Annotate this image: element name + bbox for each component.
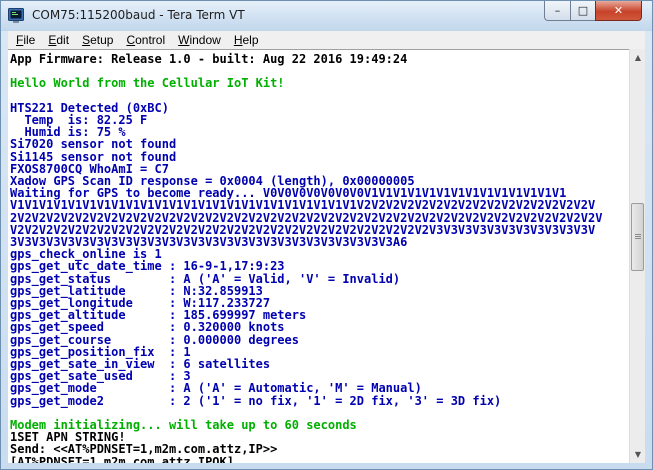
scroll-up-arrow-icon[interactable]: ▲ [630,49,646,66]
menu-setup[interactable]: Setup [77,33,118,47]
menu-edit[interactable]: Edit [43,33,74,47]
window-title: COM75:115200baud - Tera Term VT [32,8,245,22]
terminal-line: [AT%PDNSET=1,m2m.com.attz,IPOK] [10,454,234,463]
menu-control[interactable]: Control [121,33,170,47]
terminal-line: gps_get_mode2 : 2 ('1' = no fix, '1' = 2… [10,393,502,408]
terminal-line: 2V2V2V2V2V2V2V2V2V2V2V2V2V2V2V2V2V2V2V2V… [10,210,603,225]
minimize-icon: – [554,4,561,17]
terminal-line: Si7020 sensor not found [10,137,177,152]
close-icon: ✕ [613,4,624,17]
terminal-line: App Firmware: Release 1.0 - built: Aug 2… [10,52,408,66]
maximize-button[interactable]: □ [570,1,596,21]
terminal-line: Hello World from the Cellular IoT Kit! [10,76,285,91]
terminal-output[interactable]: App Firmware: Release 1.0 - built: Aug 2… [8,49,629,463]
tera-term-icon [8,8,24,23]
scroll-down-arrow-icon[interactable]: ▼ [630,446,646,463]
terminal-line: Si1145 sensor not found [10,149,177,164]
vertical-scrollbar[interactable]: ▲ ▼ [629,49,645,463]
title-bar[interactable]: COM75:115200baud - Tera Term VT – □ ✕ [1,1,652,31]
terminal-line: gps_get_course : 0.000000 degrees [10,332,299,347]
minimize-button[interactable]: – [544,1,571,21]
terminal-line: Send: <<AT%PDNSET=1,m2m.com.attz,IP>> [10,442,278,457]
terminal-line: V1V1V1V1V1V1V1V1V1V1V1V1V1V1V1V1V1V1V1V1… [10,198,596,213]
terminal-line: gps_get_mode : A ('A' = Automatic, 'M' =… [10,381,422,396]
maximize-icon: □ [577,4,589,17]
terminal-window: COM75:115200baud - Tera Term VT – □ ✕ Fi… [0,0,653,470]
menu-window[interactable]: Window [173,33,226,47]
terminal-line: gps_get_speed : 0.320000 knots [10,320,285,335]
close-button[interactable]: ✕ [595,1,642,21]
terminal-line: gps_get_utc_date_time : 16-9-1,17:9:23 [10,259,285,274]
scrollbar-thumb[interactable] [631,203,644,271]
menu-help[interactable]: Help [229,33,264,47]
terminal-line: gps_get_status : A ('A' = Valid, 'V' = I… [10,271,401,286]
menu-bar: File Edit Setup Control Window Help [8,31,645,49]
menu-file[interactable]: File [11,33,40,47]
